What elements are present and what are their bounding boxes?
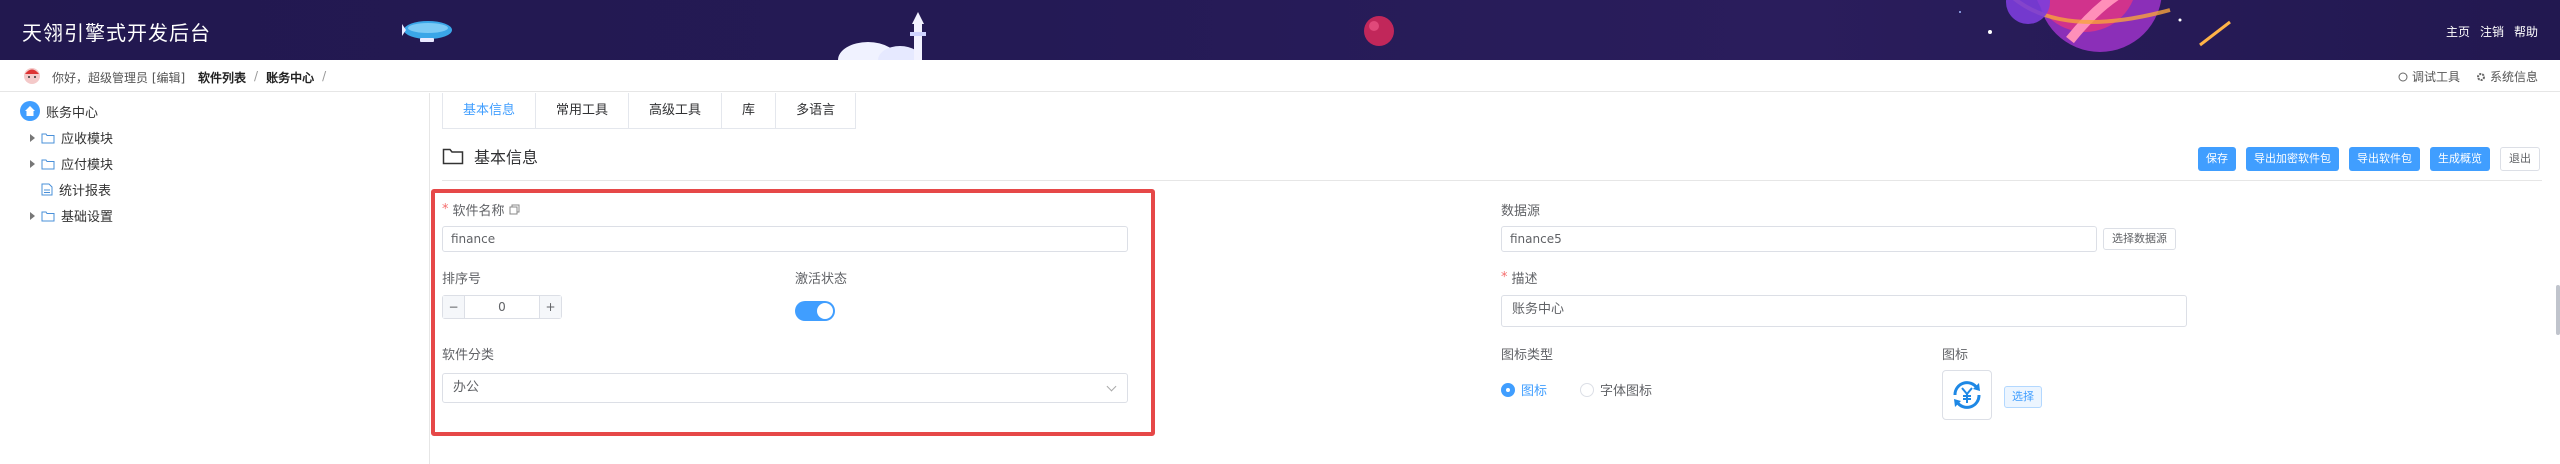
active-status-label: 激活状态 — [795, 272, 848, 287]
chevron-down-icon — [1106, 381, 1117, 392]
logout-link[interactable]: 注销 — [2480, 23, 2504, 40]
home-link[interactable]: 主页 — [2446, 23, 2470, 40]
software-name-input[interactable]: finance — [442, 226, 1128, 252]
tower-decoration — [838, 12, 926, 60]
top-header: 天翎引擎式开发后台 主页 注销 帮助 — [0, 0, 2560, 60]
decrement-button[interactable]: − — [443, 296, 465, 318]
tab-advanced-tools[interactable]: 高级工具 — [629, 93, 723, 129]
tab-library[interactable]: 库 — [722, 93, 777, 129]
export-package-button[interactable]: 导出软件包 — [2349, 147, 2420, 171]
sidebar-item-label: 统计报表 — [59, 184, 112, 199]
icon-type-label: 图标类型 — [1501, 348, 1554, 363]
airship-decoration — [402, 21, 452, 42]
radio-dot — [1580, 382, 1594, 397]
active-status-toggle[interactable] — [795, 301, 835, 321]
software-name-label-text: 软件名称 — [452, 204, 505, 219]
radio-dot — [1501, 382, 1515, 397]
radio-icon[interactable]: 图标 — [1501, 380, 1547, 399]
category-select[interactable]: 办公 — [442, 373, 1128, 403]
choose-icon-button[interactable]: 选择 — [2004, 386, 2042, 408]
breadcrumb-bar: 你好，超级管理员 [编辑] 软件列表 / 账务中心 / 调试工具 系统信息 — [0, 60, 2560, 92]
system-info-label: 系统信息 — [2489, 70, 2538, 84]
increment-button[interactable]: + — [539, 296, 561, 318]
folder-icon — [41, 159, 55, 169]
breadcrumb-current: 账务中心 — [266, 71, 315, 85]
app-title: 天翎引擎式开发后台 — [22, 21, 211, 45]
description-label: * 描述 — [1501, 268, 1538, 287]
sidebar-item-label: 应付模块 — [61, 158, 114, 173]
scrollbar[interactable] — [2556, 285, 2560, 335]
software-name-label: * 软件名称 — [442, 200, 520, 219]
tab-languages[interactable]: 多语言 — [776, 93, 855, 129]
avatar[interactable] — [22, 67, 42, 85]
generate-overview-button[interactable]: 生成概览 — [2430, 147, 2490, 171]
debug-tools-link[interactable]: 调试工具 — [2398, 68, 2460, 85]
sidebar-item-receivable[interactable]: 应收模块 — [30, 128, 113, 147]
toggle-knob — [817, 303, 833, 319]
caret-right-icon[interactable] — [30, 159, 35, 168]
save-button[interactable]: 保存 — [2198, 147, 2236, 171]
file-icon — [41, 183, 53, 196]
header-links: 主页 注销 帮助 — [2446, 23, 2538, 40]
sort-order-label: 排序号 — [442, 272, 482, 287]
page-title: 基本信息 — [474, 148, 539, 167]
icon-preview — [1942, 370, 1992, 420]
description-label-text: 描述 — [1511, 272, 1538, 287]
breadcrumb-software-list[interactable]: 软件列表 — [198, 69, 246, 86]
category-label: 软件分类 — [442, 348, 495, 363]
greeting-text[interactable]: 你好，超级管理员 [编辑] — [52, 69, 185, 86]
choose-datasource-button[interactable]: 选择数据源 — [2103, 228, 2176, 250]
tree-root[interactable]: 账务中心 — [20, 101, 98, 121]
breadcrumb-separator: / — [254, 69, 259, 83]
sidebar-item-label: 基础设置 — [61, 210, 114, 225]
radio-font-icon-label: 字体图标 — [1600, 384, 1653, 399]
help-link[interactable]: 帮助 — [2514, 23, 2538, 40]
sidebar-item-settings[interactable]: 基础设置 — [30, 206, 113, 225]
required-mark: * — [1501, 270, 1508, 285]
sidebar-item-payable[interactable]: 应付模块 — [30, 154, 113, 173]
export-encrypted-button[interactable]: 导出加密软件包 — [2246, 147, 2339, 171]
sidebar-item-reports[interactable]: 统计报表 — [41, 180, 111, 199]
radio-icon-label: 图标 — [1521, 384, 1548, 399]
action-buttons: 保存 导出加密软件包 导出软件包 生成概览 退出 — [2198, 147, 2540, 171]
category-value: 办公 — [453, 380, 480, 395]
tree-root-label: 账务中心 — [46, 105, 99, 121]
system-info-link[interactable]: 系统信息 — [2476, 68, 2538, 85]
space-decoration — [1959, 0, 2231, 52]
tab-basic-info[interactable]: 基本信息 — [443, 93, 537, 129]
sidebar-tree: 账务中心 应收模块 应付模块 统计报表 基础设置 — [0, 93, 430, 464]
sort-order-stepper: − 0 + — [442, 295, 562, 319]
sidebar-item-label: 应收模块 — [61, 132, 114, 147]
copy-icon[interactable] — [509, 204, 520, 215]
sort-order-value[interactable]: 0 — [465, 296, 539, 318]
top-tools: 调试工具 系统信息 — [2398, 68, 2538, 85]
breadcrumb: 软件列表 / 账务中心 / — [198, 69, 326, 86]
datasource-input[interactable]: finance5 — [1501, 226, 2097, 252]
folder-icon — [41, 211, 55, 221]
folder-icon — [41, 133, 55, 143]
planet-decoration — [1364, 16, 1394, 46]
gear-icon — [2476, 72, 2485, 81]
folder-icon — [442, 148, 464, 165]
description-textarea[interactable]: 账务中心 — [1501, 295, 2187, 327]
datasource-label: 数据源 — [1501, 204, 1541, 219]
section-header: 基本信息 — [442, 144, 538, 168]
tab-common-tools[interactable]: 常用工具 — [536, 93, 630, 129]
circle-icon — [2398, 72, 2408, 81]
icon-label: 图标 — [1942, 348, 1969, 363]
home-icon — [20, 101, 40, 121]
required-mark: * — [442, 202, 449, 217]
tab-bar: 基本信息 常用工具 高级工具 库 多语言 — [442, 93, 857, 129]
debug-tools-label: 调试工具 — [2411, 70, 2460, 84]
divider — [442, 180, 2542, 181]
exit-button[interactable]: 退出 — [2500, 147, 2540, 171]
radio-font-icon[interactable]: 字体图标 — [1580, 380, 1652, 399]
yen-refresh-icon — [1953, 381, 1981, 409]
caret-right-icon[interactable] — [30, 133, 35, 142]
caret-right-icon[interactable] — [30, 211, 35, 220]
breadcrumb-separator: / — [322, 69, 327, 83]
